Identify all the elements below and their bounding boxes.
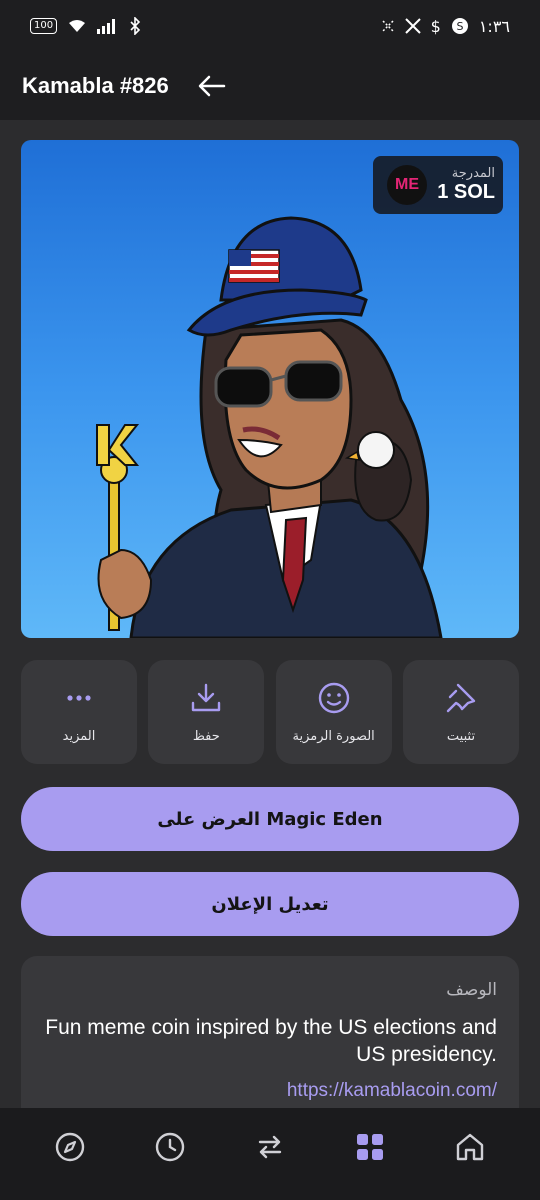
compass-icon [55, 1132, 85, 1162]
twitter-x-icon [404, 18, 421, 34]
magic-eden-logo: ME [387, 165, 427, 205]
signal-icon [97, 19, 116, 34]
save-button[interactable]: حفظ [148, 660, 265, 764]
bottom-nav [0, 1108, 540, 1200]
view-on-magic-eden-button[interactable]: العرض على Magic Eden [21, 787, 519, 851]
status-bar: 100 $ S ١:٣٦ [0, 0, 540, 52]
wifi-icon [69, 20, 86, 32]
home-icon [456, 1133, 484, 1161]
bluetooth-icon [130, 17, 141, 35]
page-title: Kamabla #826 [22, 73, 169, 98]
collectibles-icon [357, 1134, 383, 1160]
nav-home[interactable] [440, 1117, 500, 1177]
dollar-icon: $ [430, 16, 441, 36]
swap-icon [258, 1135, 282, 1159]
nft-image[interactable]: ME المدرجة 1 SOL [21, 140, 519, 638]
nav-collectibles[interactable] [340, 1117, 400, 1177]
s-icon: S [451, 18, 468, 34]
nav-activity[interactable] [140, 1117, 200, 1177]
battery-icon: 100 [30, 18, 58, 34]
clock-time: ١:٣٦ [478, 16, 510, 36]
avatar-button[interactable]: الصورة الرمزية [275, 660, 392, 764]
description-card: الوصف Fun meme coin inspired by the US e… [21, 956, 519, 1108]
nft-artwork [96, 216, 443, 638]
download-icon [189, 681, 223, 715]
clock-icon [155, 1132, 185, 1162]
description-link[interactable]: https://kamablacoin.com/ [43, 1080, 497, 1102]
price-label: المدرجة [451, 166, 495, 181]
x-icon [382, 20, 394, 32]
description-text: Fun meme coin inspired by the US electio… [45, 1016, 497, 1066]
nav-explore[interactable] [40, 1117, 100, 1177]
more-label: المزيد [62, 728, 96, 744]
more-icon [62, 681, 96, 715]
status-right: $ S ١:٣٦ [381, 17, 510, 36]
content-scroll[interactable]: ME المدرجة 1 SOL تثبيت الصورة الرمزية حف… [0, 120, 540, 1108]
pin-icon [444, 681, 478, 715]
pin-label: تثبيت [446, 728, 476, 744]
avatar-label: الصورة الرمزية [292, 728, 375, 744]
svg-text:S: S [456, 20, 463, 33]
smiley-icon [317, 681, 351, 715]
action-buttons: تثبيت الصورة الرمزية حفظ المزيد [21, 660, 519, 764]
pin-button[interactable]: تثبيت [402, 660, 519, 764]
app-header: Kamabla #826 [0, 52, 540, 120]
price-badge[interactable]: ME المدرجة 1 SOL [373, 156, 503, 214]
description-title: الوصف [446, 980, 497, 1000]
back-arrow-icon[interactable] [197, 71, 227, 101]
status-left: 100 [30, 17, 141, 35]
price-text: المدرجة 1 SOL [437, 166, 495, 204]
edit-listing-button[interactable]: تعديل الإعلان [21, 872, 519, 936]
price-value: 1 SOL [437, 181, 495, 203]
more-button[interactable]: المزيد [21, 660, 137, 764]
nav-swap[interactable] [240, 1117, 300, 1177]
save-label: حفظ [192, 728, 220, 744]
